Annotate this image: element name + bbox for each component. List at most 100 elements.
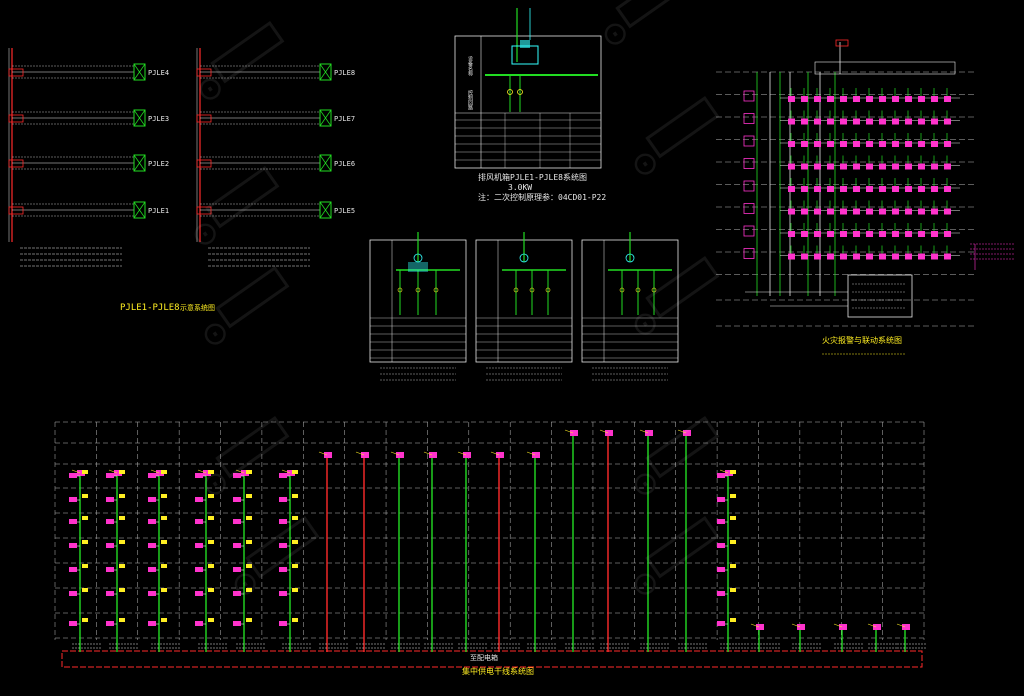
fire-device-icon [853,231,860,237]
watermark-logo-icon: ⊙ [193,310,237,357]
fire-device-icon [931,118,938,125]
fire-device-icon [801,96,808,102]
fire-device-icon [788,231,795,237]
fire-device-icon [853,186,860,192]
label-tag [208,618,214,622]
fire-device-icon [866,186,873,192]
box-label: PJLE6 [334,160,355,168]
label-tag [730,540,736,544]
svg-text:控制回路: 控制回路 [467,89,473,111]
fire-device-icon [866,118,873,125]
fire-device-icon [827,186,834,192]
distribution-box-icon [106,591,114,596]
fire-device-icon [827,208,834,215]
cad-drawing-canvas: PJLE4 PJLE3 PJLE2 PJLE1 PJLE8 PJLE7 PJLE6 PJLE5… [8,0,1015,676]
distribution-box-icon [69,591,77,596]
label-tag [119,470,125,474]
fire-device-icon [853,96,860,102]
watermark-logo-icon: ⊙ [623,460,667,507]
label-tag [82,588,88,592]
box-label: PJLE2 [148,160,169,168]
distribution-box-icon [396,452,404,458]
watermark-logo-icon: ⊙ [183,210,227,257]
label-tag [246,470,252,474]
fire-device-icon [918,163,925,170]
distribution-box-icon [106,519,114,524]
fire-device-icon [918,141,925,147]
box-label: PJLE5 [334,207,355,215]
fire-device-icon [918,208,925,215]
main-power-riser-diagram [54,421,927,668]
fire-control-panel [847,274,913,318]
fire-device-icon [931,96,938,102]
label-tag [82,564,88,568]
fire-device-icon [918,118,925,125]
fire-device-icon [931,186,938,192]
schematic-caption-line2: 3.0KW [508,183,532,192]
fire-device-icon [853,163,860,170]
distribution-box-icon [195,497,203,502]
fire-device-icon [905,96,912,102]
fire-device-icon [788,186,795,192]
fire-device-icon [918,186,925,192]
fire-device-icon [944,96,951,102]
distribution-box-icon [233,543,241,548]
distribution-box-icon [279,591,287,596]
distribution-box-icon [279,621,287,626]
distribution-box-icon [148,473,156,478]
fire-device-icon [801,231,808,237]
fire-device-icon [814,208,821,215]
label-tag [82,618,88,622]
watermark-logo-icon: ⊙ [623,560,667,607]
distribution-box-icon [69,519,77,524]
distribution-box-icon [496,452,504,458]
fire-device-icon [944,141,951,147]
label-tag [161,540,167,544]
distribution-box-icon [195,519,203,524]
distribution-box-icon [797,624,805,630]
fire-device-icon [801,163,808,170]
fire-device-icon [743,180,755,192]
distribution-box-icon [69,497,77,502]
label-tag [161,588,167,592]
fire-device-icon [840,231,847,237]
fire-device-icon [801,141,808,147]
label-tag [82,494,88,498]
fire-device-icon [840,96,847,102]
fire-device-icon [866,163,873,170]
fire-device-icon [814,253,821,260]
fire-device-icon [931,163,938,170]
distribution-box-icon [148,497,156,502]
watermark-logo-icon: ⊙ [623,300,667,347]
fire-device-icon [814,163,821,170]
fire-device-icon [788,208,795,215]
bottom-caption-top: 至配电箱 [470,653,498,662]
fire-device-icon [814,141,821,147]
fire-device-icon [840,118,847,125]
distribution-box-icon [279,519,287,524]
label-tag [730,564,736,568]
fire-device-icon [931,141,938,147]
fire-device-icon [931,208,938,215]
distribution-box-icon [324,452,332,458]
fire-device-icon [853,118,860,125]
distribution-box-icon [148,621,156,626]
exhaust-box-caption-suffix: 示意系统图 [180,303,215,312]
distribution-box-icon [717,497,725,502]
fire-device-icon [814,118,821,125]
distribution-box-icon [645,430,653,436]
fire-device-icon [905,231,912,237]
fire-device-icon [905,163,912,170]
fire-device-icon [866,253,873,260]
fire-device-icon [788,253,795,260]
fire-device-icon [879,141,886,147]
distribution-box-icon [902,624,910,630]
fire-device-icon [801,208,808,215]
fire-device-icon [892,253,899,260]
fire-device-icon [743,248,755,259]
fire-device-icon [743,225,755,237]
label-tag [161,494,167,498]
distribution-box-icon [279,473,287,478]
label-tag [730,516,736,520]
fire-device-icon [931,253,938,260]
